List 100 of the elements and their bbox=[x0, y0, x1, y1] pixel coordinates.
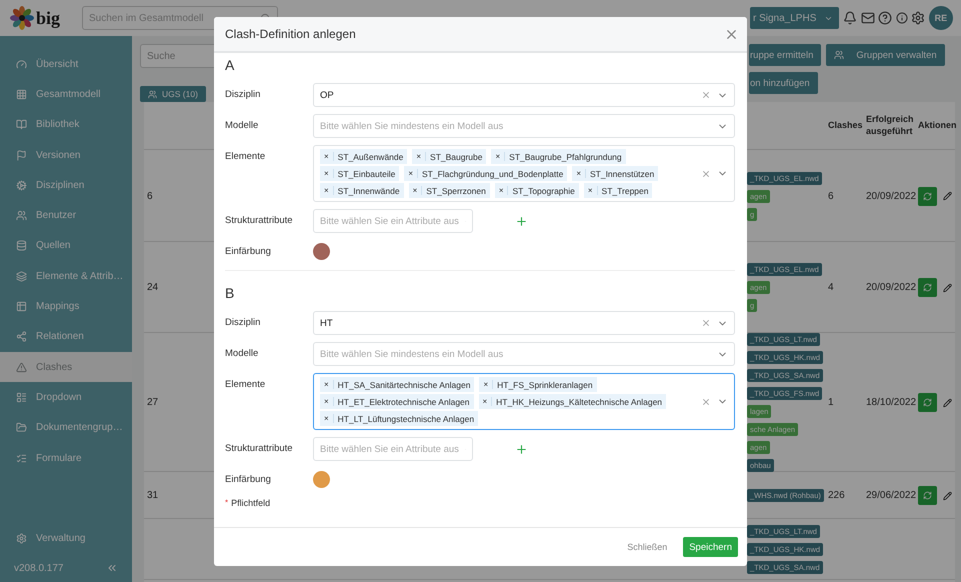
field-label: Strukturattribute bbox=[225, 442, 294, 454]
discipline-select[interactable]: OP bbox=[313, 83, 735, 107]
element-tag[interactable]: × ST_Treppen bbox=[584, 183, 652, 198]
users-icon bbox=[148, 90, 157, 98]
refresh-button[interactable] bbox=[918, 186, 937, 206]
element-tag[interactable]: × HT_FS_Sprinkleranlagen bbox=[479, 377, 597, 392]
add-icon[interactable] bbox=[515, 215, 528, 228]
table-cell: 18/10/2022 bbox=[866, 397, 916, 408]
toolbar-button[interactable]: ruppe ermitteln bbox=[749, 44, 822, 66]
field-label: Einfärbung bbox=[225, 245, 272, 257]
clear-icon[interactable] bbox=[701, 168, 711, 178]
element-tag[interactable]: × ST_Einbauteile bbox=[320, 166, 400, 181]
clear-icon[interactable] bbox=[701, 318, 711, 328]
sidebar-item[interactable]: Formulare bbox=[0, 442, 132, 474]
element-tag[interactable]: × ST_Außenwände bbox=[320, 149, 408, 164]
discipline-select[interactable]: HT bbox=[313, 311, 735, 335]
field-label: Strukturattribute bbox=[225, 214, 294, 226]
refresh-button[interactable] bbox=[918, 278, 937, 298]
required-mark: * bbox=[225, 498, 228, 508]
field-label: Modelle bbox=[225, 347, 260, 359]
models-select[interactable]: Bitte wählen Sie mindestens ein Modell aus bbox=[313, 114, 735, 138]
users-icon bbox=[834, 50, 844, 60]
edit-icon[interactable] bbox=[943, 490, 952, 501]
table-cell: 6 bbox=[828, 190, 834, 202]
element-tag[interactable]: × ST_Innenwände bbox=[320, 183, 404, 198]
table-cell: 31 bbox=[147, 490, 158, 502]
sidebar-item[interactable]: Gesamtmodell bbox=[0, 79, 132, 110]
field-label: Elemente bbox=[225, 378, 266, 390]
add-button[interactable]: on hinzufügen bbox=[749, 72, 818, 94]
element-tag[interactable]: × ST_Baugrube bbox=[412, 149, 486, 164]
clear-icon[interactable] bbox=[701, 396, 711, 406]
layers-icon bbox=[16, 270, 27, 282]
element-tag[interactable]: × ST_Topographie bbox=[494, 183, 579, 198]
color-swatch[interactable] bbox=[313, 471, 330, 488]
clear-icon[interactable] bbox=[701, 90, 711, 100]
sidebar-item[interactable]: Clashes bbox=[0, 352, 132, 382]
table-cell: 4 bbox=[828, 282, 834, 294]
grid-icon bbox=[16, 88, 27, 100]
sidebar-item[interactable]: Dokumentengrup… bbox=[0, 412, 132, 443]
section-heading: B bbox=[225, 284, 236, 303]
element-tag[interactable]: × ST_Sperrzonen bbox=[408, 183, 490, 198]
table-cell: 6 bbox=[147, 190, 153, 202]
column-header: Aktionen bbox=[918, 120, 957, 132]
sidebar-item[interactable]: Mappings bbox=[0, 291, 132, 322]
element-tag[interactable]: × ST_Innenstützen bbox=[572, 166, 658, 181]
refresh-icon bbox=[923, 192, 932, 201]
group-badge[interactable]: UGS (10) bbox=[140, 86, 206, 102]
settings-icon[interactable] bbox=[911, 11, 926, 25]
sidebar-item[interactable]: Verwaltung bbox=[0, 524, 132, 554]
sidebar-item[interactable]: Übersicht bbox=[0, 49, 132, 80]
element-tag[interactable]: × HT_SA_Sanitärtechnische Anlagen bbox=[320, 377, 474, 392]
mail-icon[interactable] bbox=[860, 11, 875, 25]
color-swatch[interactable] bbox=[313, 243, 330, 260]
version-text: v208.0.177 bbox=[14, 562, 64, 574]
flag-icon bbox=[16, 150, 27, 161]
table-cell: 20/09/2022 bbox=[866, 190, 916, 202]
gear-icon bbox=[16, 180, 27, 191]
field-label: Einfärbung bbox=[225, 473, 272, 485]
sidebar-item[interactable]: Benutzer bbox=[0, 200, 132, 231]
elements-select[interactable]: × ST_Außenwände × ST_Baugrube × ST_Baugrube_Pfahlgrundung × ST_Einbauteile × ST_Flachgründung_und_Bodenplatte × ST_Innenstützen × ST_Innenwände × ST_Sperrzonen × ST_Topographie × ST_Treppen bbox=[313, 145, 735, 202]
sidebar-item[interactable]: Bibliothek bbox=[0, 110, 132, 140]
element-tag[interactable]: × ST_Flachgründung_und_Bodenplatte bbox=[404, 166, 568, 181]
list-icon bbox=[16, 392, 27, 403]
dialog-title: Clash-Definition anlegen bbox=[225, 27, 356, 41]
info-icon[interactable] bbox=[896, 12, 908, 24]
sidebar-item[interactable]: Relationen bbox=[0, 322, 132, 352]
element-tag[interactable]: × HT_LT_Lüftungstechnische Anlagen bbox=[320, 411, 478, 426]
warning-icon bbox=[16, 362, 27, 373]
sidebar-item[interactable]: Versionen bbox=[0, 140, 132, 170]
attribute-select[interactable]: Bitte wählen Sie ein Attribute aus bbox=[313, 437, 473, 461]
sidebar-item[interactable]: Elemente & Attrib… bbox=[0, 261, 132, 292]
refresh-button[interactable] bbox=[918, 393, 937, 412]
project-dropdown[interactable]: r Signa_LPHS bbox=[750, 7, 840, 29]
edit-icon[interactable] bbox=[943, 282, 952, 293]
edit-icon[interactable] bbox=[943, 191, 952, 202]
user-avatar[interactable]: RE bbox=[928, 6, 953, 30]
close-button[interactable]: Schließen bbox=[621, 541, 674, 553]
sidebar-item[interactable]: Quellen bbox=[0, 230, 132, 262]
bell-icon[interactable] bbox=[842, 11, 857, 25]
book-icon bbox=[16, 119, 27, 130]
element-tag[interactable]: × HT_ET_Elektrotechnische Anlagen bbox=[320, 394, 474, 409]
element-tag[interactable]: × ST_Baugrube_Pfahlgrundung bbox=[491, 149, 626, 164]
sidebar-item[interactable]: Dropdown bbox=[0, 382, 132, 413]
element-tag[interactable]: × HT_HK_Heizungs_Kältetechnische Anlagen bbox=[478, 394, 666, 409]
refresh-button[interactable] bbox=[918, 486, 937, 506]
share-icon bbox=[16, 331, 27, 342]
database-icon bbox=[16, 240, 27, 252]
add-icon[interactable] bbox=[515, 443, 528, 456]
field-label: Modelle bbox=[225, 119, 260, 131]
field-label: Elemente bbox=[225, 150, 266, 162]
attribute-select[interactable]: Bitte wählen Sie ein Attribute aus bbox=[313, 209, 473, 233]
save-button[interactable]: Speichern bbox=[683, 537, 738, 557]
column-header: Clashes bbox=[828, 120, 863, 132]
collapse-icon[interactable] bbox=[106, 562, 118, 574]
sidebar-item[interactable]: Disziplinen bbox=[0, 170, 132, 200]
toolbar-button[interactable]: Gruppen verwalten bbox=[826, 44, 945, 66]
models-select[interactable]: Bitte wählen Sie mindestens ein Modell aus bbox=[313, 342, 735, 366]
help-icon[interactable] bbox=[878, 11, 892, 25]
edit-icon[interactable] bbox=[943, 398, 952, 408]
elements-select[interactable]: × HT_SA_Sanitärtechnische Anlagen × HT_FS_Sprinkleranlagen × HT_ET_Elektrotechnische Anlagen × HT_HK_Heizungs_Kältetechnische Anlagen × HT_LT_Lüftungstechnische Anlagen bbox=[313, 373, 735, 430]
